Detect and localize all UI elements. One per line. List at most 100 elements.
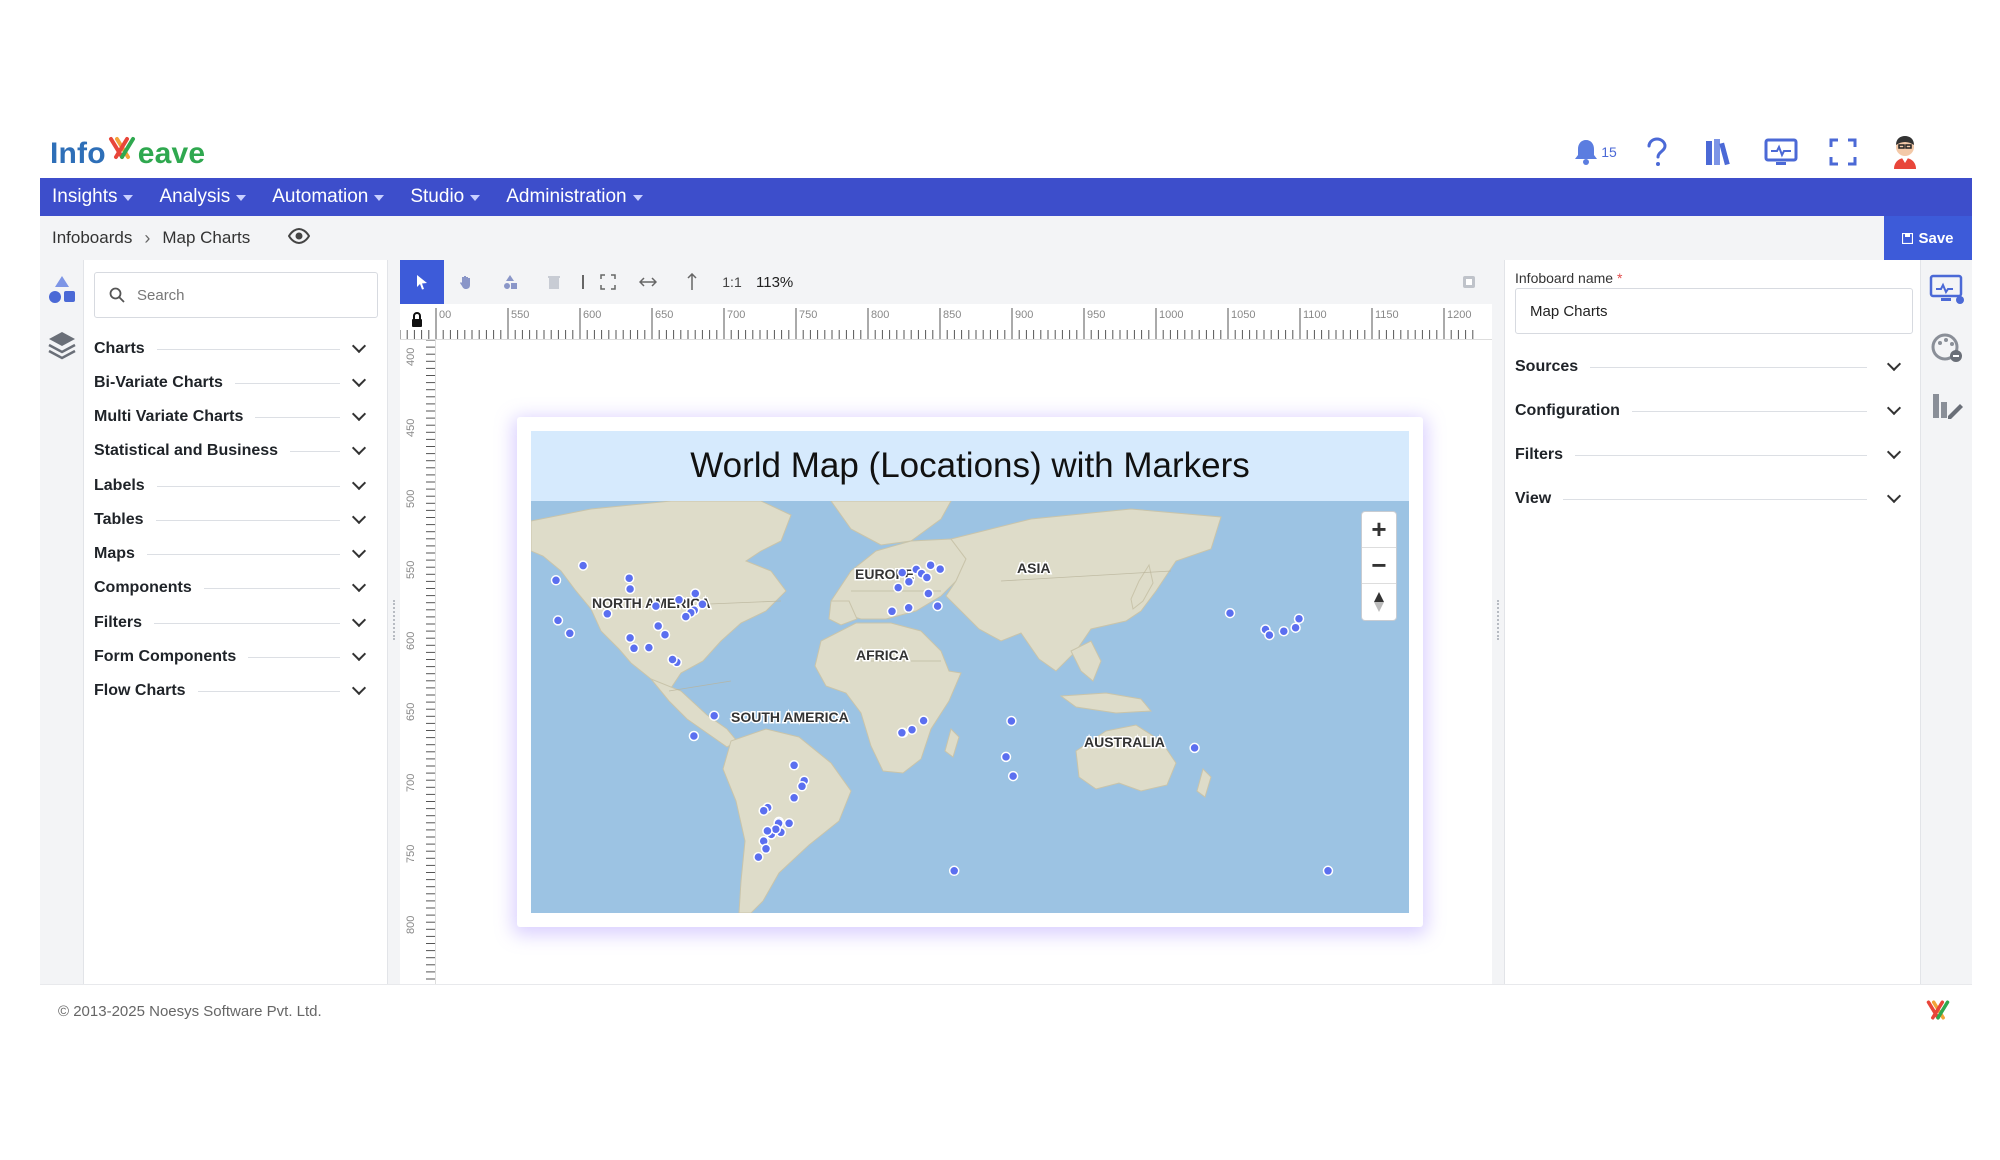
section-filters[interactable]: Filters xyxy=(1515,440,1913,470)
menu-administration[interactable]: Administration xyxy=(506,186,643,208)
map-marker[interactable] xyxy=(697,599,708,610)
map-marker[interactable] xyxy=(788,792,800,804)
map-marker[interactable] xyxy=(550,575,562,586)
map-marker[interactable] xyxy=(680,611,692,622)
category-labels[interactable]: Labels xyxy=(94,471,378,501)
zoom-in-button[interactable]: + xyxy=(1362,512,1396,548)
map-marker[interactable] xyxy=(903,602,914,614)
map-marker[interactable] xyxy=(623,572,635,584)
section-view[interactable]: View xyxy=(1515,484,1913,514)
category-filters[interactable]: Filters xyxy=(94,608,378,638)
reset-north-button[interactable] xyxy=(1362,584,1396,620)
world-map[interactable]: NORTH AMERICA EUROPE ASIA AFRICA SOUTH A… xyxy=(531,501,1409,913)
component-search[interactable] xyxy=(94,272,378,318)
map-marker[interactable] xyxy=(1189,742,1200,754)
map-marker[interactable] xyxy=(762,825,773,837)
infoboard-settings-tab[interactable] xyxy=(1921,274,1973,306)
theme-tab[interactable] xyxy=(1921,332,1973,364)
map-marker[interactable] xyxy=(948,865,960,877)
section-sources[interactable]: Sources xyxy=(1515,352,1913,382)
help-button[interactable] xyxy=(1626,130,1688,174)
map-marker[interactable] xyxy=(624,632,636,644)
map-marker[interactable] xyxy=(925,559,936,571)
left-resize-handle[interactable] xyxy=(388,260,400,984)
map-marker[interactable] xyxy=(886,606,898,617)
select-tool[interactable] xyxy=(400,260,444,304)
map-canvas[interactable]: NORTH AMERICA EUROPE ASIA AFRICA SOUTH A… xyxy=(531,501,1409,913)
map-marker[interactable] xyxy=(688,730,700,742)
layers-tab[interactable] xyxy=(40,330,84,362)
map-marker[interactable] xyxy=(552,615,564,626)
map-marker[interactable] xyxy=(796,781,808,792)
map-marker[interactable] xyxy=(923,588,934,599)
map-marker[interactable] xyxy=(932,600,943,612)
map-marker[interactable] xyxy=(906,724,918,735)
category-multi-variate-charts[interactable]: Multi Variate Charts xyxy=(94,402,378,432)
fit-height-tool[interactable] xyxy=(670,260,714,304)
map-marker[interactable] xyxy=(1264,629,1275,641)
map-marker[interactable] xyxy=(934,563,946,575)
map-marker[interactable] xyxy=(643,642,655,653)
fullscreen-button[interactable] xyxy=(1812,130,1874,174)
components-tab[interactable] xyxy=(40,274,84,306)
map-marker[interactable] xyxy=(564,628,576,639)
map-marker[interactable] xyxy=(788,760,800,771)
right-resize-handle[interactable] xyxy=(1492,260,1504,984)
category-components[interactable]: Components xyxy=(94,573,378,603)
map-marker[interactable] xyxy=(673,594,685,606)
category-statistical-business[interactable]: Statistical and Business xyxy=(94,436,378,466)
map-marker[interactable] xyxy=(1322,865,1334,877)
menu-analysis[interactable]: Analysis xyxy=(159,186,247,208)
menu-insights[interactable]: Insights xyxy=(52,186,134,208)
map-marker[interactable] xyxy=(1007,770,1019,782)
map-marker[interactable] xyxy=(624,583,636,595)
fit-tool[interactable] xyxy=(590,260,626,304)
user-avatar[interactable] xyxy=(1874,130,1936,174)
map-marker[interactable] xyxy=(760,843,772,855)
map-marker[interactable] xyxy=(1278,625,1290,637)
map-marker[interactable] xyxy=(577,560,589,571)
category-maps[interactable]: Maps xyxy=(94,539,378,569)
map-marker[interactable] xyxy=(753,851,764,863)
map-marker[interactable] xyxy=(896,567,908,578)
preview-button[interactable] xyxy=(288,227,311,249)
map-marker[interactable] xyxy=(896,727,908,739)
map-marker[interactable] xyxy=(659,629,671,640)
map-marker[interactable] xyxy=(918,715,929,726)
canvas-settings-button[interactable] xyxy=(1462,275,1476,294)
map-marker[interactable] xyxy=(1290,622,1301,633)
map-marker[interactable] xyxy=(903,576,915,587)
category-charts[interactable]: Charts xyxy=(94,334,378,364)
actual-size-tool[interactable]: 1:1 xyxy=(714,260,750,304)
category-form-components[interactable]: Form Components xyxy=(94,642,378,672)
map-marker[interactable] xyxy=(1000,751,1012,763)
map-marker[interactable] xyxy=(652,620,664,632)
menu-automation[interactable]: Automation xyxy=(272,186,385,208)
zoom-out-button[interactable]: − xyxy=(1362,548,1396,584)
notifications-button[interactable]: 15 xyxy=(1564,130,1626,174)
map-marker[interactable] xyxy=(783,818,795,829)
search-input[interactable] xyxy=(137,286,337,304)
map-marker[interactable] xyxy=(690,588,701,599)
data-tab[interactable] xyxy=(1921,390,1973,422)
map-marker[interactable] xyxy=(602,608,613,620)
category-bi-variate-charts[interactable]: Bi-Variate Charts xyxy=(94,368,378,398)
ruler-lock-button[interactable] xyxy=(410,312,424,333)
menu-studio[interactable]: Studio xyxy=(410,186,481,208)
monitor-button[interactable] xyxy=(1750,130,1812,174)
fit-width-tool[interactable] xyxy=(626,260,670,304)
breadcrumb-root[interactable]: Infoboards xyxy=(52,228,132,248)
save-button[interactable]: Save xyxy=(1884,216,1972,260)
map-marker[interactable] xyxy=(650,600,662,612)
map-marker[interactable] xyxy=(921,572,933,583)
library-button[interactable] xyxy=(1688,130,1750,174)
category-tables[interactable]: Tables xyxy=(94,505,378,535)
map-marker[interactable] xyxy=(1006,715,1017,727)
infoweave-logo[interactable]: Info eave xyxy=(50,132,205,172)
pan-tool[interactable] xyxy=(444,260,488,304)
map-marker[interactable] xyxy=(667,654,678,665)
map-marker[interactable] xyxy=(758,805,769,816)
section-configuration[interactable]: Configuration xyxy=(1515,396,1913,426)
map-marker[interactable] xyxy=(1224,607,1236,619)
map-marker[interactable] xyxy=(1293,613,1305,624)
